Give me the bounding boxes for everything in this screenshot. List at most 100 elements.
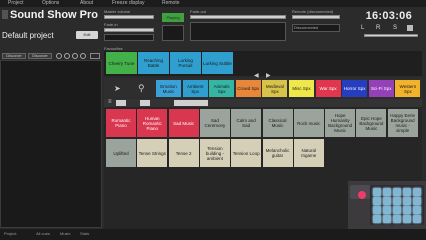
category-crowd-spx[interactable]: Crowd Spx [235,80,261,97]
preview-box [162,25,184,41]
fav-cheery-tune[interactable]: Cheery Tune [106,52,137,74]
category-bar: ➤ ⚲ Emotion Music Ambient Spx Animals Spx C… [104,78,422,98]
fade-in-label: Fade-in [104,22,118,27]
controller-pad [373,215,381,223]
loop-icon[interactable] [72,53,78,59]
fade-out-field[interactable] [104,34,154,41]
status-all-cues[interactable]: All cues [36,231,50,236]
remote-slider[interactable] [292,15,340,19]
meter-s-label: S [393,25,398,31]
category-emotion-music[interactable]: Emotion Music [156,80,181,97]
controller-pad [393,197,401,205]
fav-reaching-battle[interactable]: Reaching Battle [138,52,169,74]
remote-status-field[interactable]: Disconnected [292,24,340,32]
discover-button-1[interactable]: Discover [2,53,26,59]
controller-pad [403,188,411,196]
filter-chip-3[interactable] [174,100,208,106]
controller-pad [373,197,381,205]
menu-options[interactable]: Options [42,0,59,7]
crossfade-slider[interactable] [190,15,286,19]
category-war-spx[interactable]: War Spx [315,80,341,97]
fav-lurking-pursuit[interactable]: Lurking Pursuit [170,52,201,74]
controller-pad [393,206,401,214]
sound-rock-music[interactable]: Rock music [293,109,324,137]
sound-classical-music[interactable]: Classical Music [262,109,293,137]
meter-r-label: R [376,25,381,31]
menu-remote[interactable]: Remote [162,0,180,7]
app-title: Sound Show Pro [2,9,98,21]
sound-hope-humanity-background-music[interactable]: Hope Humanity Background Music [325,109,356,137]
sound-tense-2[interactable]: Tense 2 [168,139,199,167]
category-western-spx[interactable]: Western Spx [395,80,421,97]
menu-freeze-display[interactable]: Freeze display [112,0,145,7]
sound-sad-ceremony[interactable]: Sad Ceremony [199,109,230,137]
discover-button-2[interactable]: Discover [28,53,52,59]
status-project: Project [4,231,17,236]
sidebar-list[interactable] [0,60,102,228]
category-misc-spx[interactable]: Misc Spx [289,80,314,97]
controller-pad [393,188,401,196]
fav-lurking-subtle[interactable]: Lurking Subtle [202,52,233,74]
controller-pad [403,197,411,205]
record-icon[interactable] [407,25,413,31]
sound-uplifted[interactable]: Uplifted [106,139,136,167]
sound-human-romantic-piano[interactable]: Human Romantic Piano [137,109,168,137]
play-icon[interactable] [56,53,62,59]
fade-in-slider[interactable] [104,28,154,32]
webcam-photo [348,181,426,229]
list-icon[interactable]: ≡ [108,99,112,105]
fade-out-label: Fade-out [190,9,207,14]
search-icon[interactable]: ⚲ [138,83,145,94]
master-volume-label: Master volume [104,9,131,14]
controller-pad [413,215,421,223]
edit-project-button[interactable]: Edit [76,31,98,39]
project-name: Default project [2,31,54,40]
red-light [358,191,366,199]
status-bar: Project All cues Music Stats [0,229,426,240]
sound-tension-loop[interactable]: Tension Loop [231,139,262,167]
filter-chip-1[interactable] [116,100,126,106]
controller-pad [383,206,391,214]
sound-melancholic-guitar[interactable]: Melancholic guitar [262,139,293,167]
controller-pad [373,206,381,214]
pointer-icon[interactable]: ➤ [114,84,121,93]
sound-happy-eerie-background-music-simple[interactable]: Happy Eerie Background music - simple [387,109,418,137]
playing-indicator: Playing [162,13,184,22]
settings-icon[interactable] [80,53,86,59]
sound-romantic-piano[interactable]: Romantic Piano [106,109,136,137]
category-animals-spx[interactable]: Animals Spx [209,80,235,97]
sound-tension-building-ambient[interactable]: Tension building - ambient [199,139,230,167]
sound-epic-hope-background-music[interactable]: Epic Hope Background Music [356,109,387,137]
category-medieval-spx[interactable]: Medieval Spx [262,80,288,97]
controller-pad [403,215,411,223]
clock-display: 16:03:06 [365,10,412,22]
category-ambient-spx[interactable]: Ambient Spx [182,80,208,97]
stop-icon[interactable] [64,53,70,59]
master-volume-slider[interactable] [104,15,154,19]
menu-about[interactable]: About [80,0,93,7]
waveform-panel [190,22,286,41]
sound-sad-music[interactable]: Sad Music [168,109,199,137]
controller-pad [413,206,421,214]
expand-icon[interactable] [90,53,100,59]
grip-icon [2,10,8,19]
controller-pad [383,215,391,223]
category-horror-spx[interactable]: Horror Spx [342,80,368,97]
sound-tense-strings[interactable]: Tense Strings [137,139,168,167]
filter-row: ≡ [104,99,422,107]
category-sci-fi-spx[interactable]: Sci-Fi Spx [368,80,394,97]
controller-pad [383,188,391,196]
sound-natural-ingame[interactable]: Natural Ingame [293,139,324,167]
sound-calm-and-sad[interactable]: Calm and Sad [231,109,262,137]
menu-project[interactable]: Project [8,0,24,7]
filter-chip-2[interactable] [140,100,150,106]
controller-pad [383,197,391,205]
controller-pad [413,197,421,205]
output-meter [364,34,418,37]
status-stats[interactable]: Stats [80,231,89,236]
status-music[interactable]: Music [60,231,70,236]
meter-l-label: L [361,25,365,31]
controller-pad [403,206,411,214]
controller-pad [393,215,401,223]
remote-label: Remote (disconnected) [292,9,334,14]
